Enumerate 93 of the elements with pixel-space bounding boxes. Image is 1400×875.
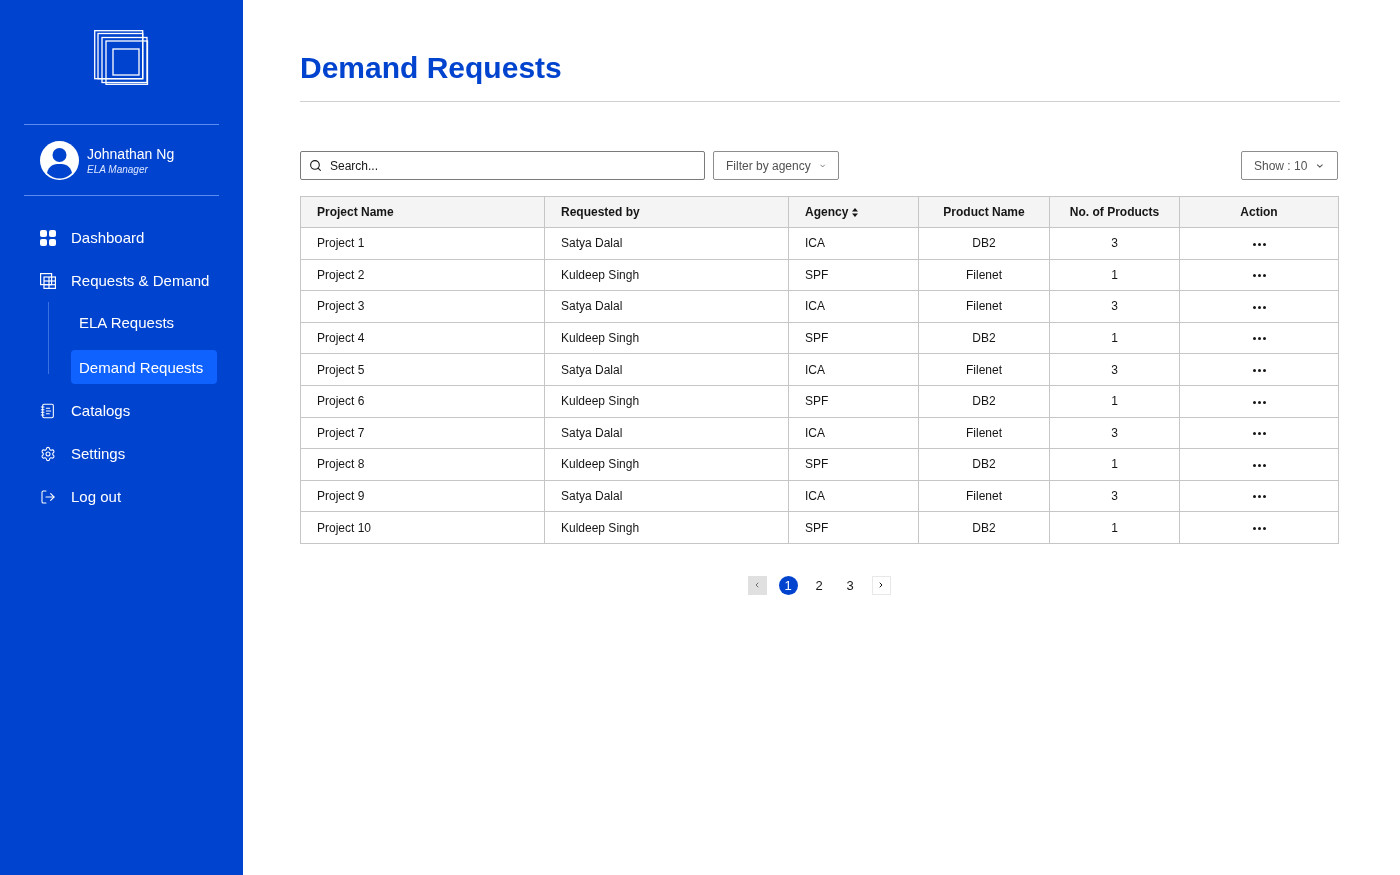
table-cell: Project 2 — [300, 259, 545, 291]
table-cell: 1 — [1049, 448, 1180, 481]
table-cell: SPF — [788, 511, 919, 544]
table-cell: ICA — [788, 290, 919, 323]
table-cell: Project 1 — [300, 227, 545, 260]
table-cell: SPF — [788, 448, 919, 481]
table-cell: DB2 — [918, 448, 1050, 481]
table-cell: Kuldeep Singh — [544, 448, 789, 481]
table-cell: Project 8 — [300, 448, 545, 481]
page-button[interactable]: 3 — [840, 575, 860, 595]
table-cell: ICA — [788, 227, 919, 260]
column-header: Action — [1240, 205, 1278, 219]
nav-subitem[interactable]: ELA Requests — [71, 305, 217, 339]
nav-item[interactable]: Dashboard — [24, 216, 219, 259]
table-cell: ICA — [788, 353, 919, 386]
table-cell: Project 3 — [300, 290, 545, 323]
column-header: Product Name — [943, 205, 1025, 219]
nav-item[interactable]: Catalogs — [24, 389, 219, 432]
more-icon[interactable] — [1252, 369, 1266, 372]
table-cell: 3 — [1049, 417, 1180, 449]
search-icon — [309, 159, 322, 172]
table-cell: DB2 — [918, 227, 1050, 260]
page-title: Demand Requests — [300, 50, 1340, 102]
table-cell: SPF — [788, 385, 919, 418]
table-cell: Project 4 — [300, 322, 545, 354]
more-icon[interactable] — [1252, 526, 1266, 530]
table-cell: SPF — [788, 322, 919, 354]
table-cell: DB2 — [918, 385, 1050, 418]
column-header[interactable]: Agency — [805, 205, 849, 219]
notebook-icon — [40, 402, 56, 419]
column-header: No. of Products — [1069, 205, 1160, 219]
table-cell: Filenet — [918, 353, 1050, 386]
search-field[interactable]: Search... — [300, 151, 705, 180]
table-cell: Satya Dalal — [544, 417, 789, 449]
page-button[interactable]: 1 — [778, 575, 798, 595]
filter-dropdown[interactable]: Filter by agency — [713, 151, 839, 180]
more-icon[interactable] — [1252, 242, 1266, 246]
table-cell: Project 5 — [300, 353, 545, 386]
chevron-left-icon — [753, 581, 761, 590]
table-cell: Kuldeep Singh — [544, 259, 789, 291]
table-cell: Satya Dalal — [544, 227, 789, 260]
column-header: Project Name — [317, 205, 394, 219]
table-cell: ICA — [788, 417, 919, 449]
table-cell: 3 — [1049, 480, 1180, 512]
page-button[interactable]: 2 — [809, 575, 829, 595]
table-cell: Filenet — [918, 417, 1050, 449]
nav-item[interactable]: Log out — [24, 475, 219, 518]
more-icon[interactable] — [1252, 305, 1266, 309]
more-icon[interactable] — [1252, 274, 1266, 278]
sort-icon[interactable] — [852, 208, 859, 217]
nav-item[interactable]: Settings — [24, 432, 219, 475]
table-cell: Kuldeep Singh — [544, 511, 789, 544]
table-cell: 3 — [1049, 290, 1180, 323]
stacked-squares-logo — [94, 30, 149, 85]
logout-icon — [40, 488, 56, 505]
table-cell: 1 — [1049, 322, 1180, 354]
more-icon[interactable] — [1252, 432, 1266, 436]
column-header: Requested by — [561, 205, 640, 219]
table-cell: Satya Dalal — [544, 480, 789, 512]
user-name: Johnathan Ng — [87, 146, 175, 162]
table-cell: DB2 — [918, 511, 1050, 544]
table-cell: ICA — [788, 480, 919, 512]
table-icon — [40, 272, 56, 289]
table-cell: 3 — [1049, 353, 1180, 386]
table-cell: Filenet — [918, 259, 1050, 291]
table-cell: DB2 — [918, 322, 1050, 354]
more-icon[interactable] — [1252, 400, 1266, 404]
chevron-right-icon — [877, 581, 885, 590]
more-icon[interactable] — [1252, 337, 1266, 341]
more-icon[interactable] — [1252, 495, 1266, 499]
nav-subitem[interactable]: Demand Requests — [71, 350, 217, 384]
table-cell: Project 6 — [300, 385, 545, 418]
table-cell: Filenet — [918, 480, 1050, 512]
table-cell: Filenet — [918, 290, 1050, 323]
grid-icon — [40, 229, 56, 246]
table-cell: Kuldeep Singh — [544, 385, 789, 418]
table-cell: Project 7 — [300, 417, 545, 449]
nav-item[interactable]: Requests & Demand — [24, 259, 219, 302]
table-cell: 1 — [1049, 511, 1180, 544]
settings-icon — [40, 445, 56, 462]
table-cell: Project 9 — [300, 480, 545, 512]
table-cell: Project 10 — [300, 511, 545, 544]
table-cell: Satya Dalal — [544, 353, 789, 386]
page-size-dropdown[interactable]: Show : 10 — [1241, 151, 1338, 180]
table-cell: Satya Dalal — [544, 290, 789, 323]
table-cell: 1 — [1049, 259, 1180, 291]
avatar-icon — [40, 141, 79, 180]
user-role: ELA Manager — [87, 164, 149, 175]
table-cell: Kuldeep Singh — [544, 322, 789, 354]
table-cell: 3 — [1049, 227, 1180, 260]
more-icon[interactable] — [1252, 463, 1266, 467]
table-cell: 1 — [1049, 385, 1180, 418]
table-cell: SPF — [788, 259, 919, 291]
